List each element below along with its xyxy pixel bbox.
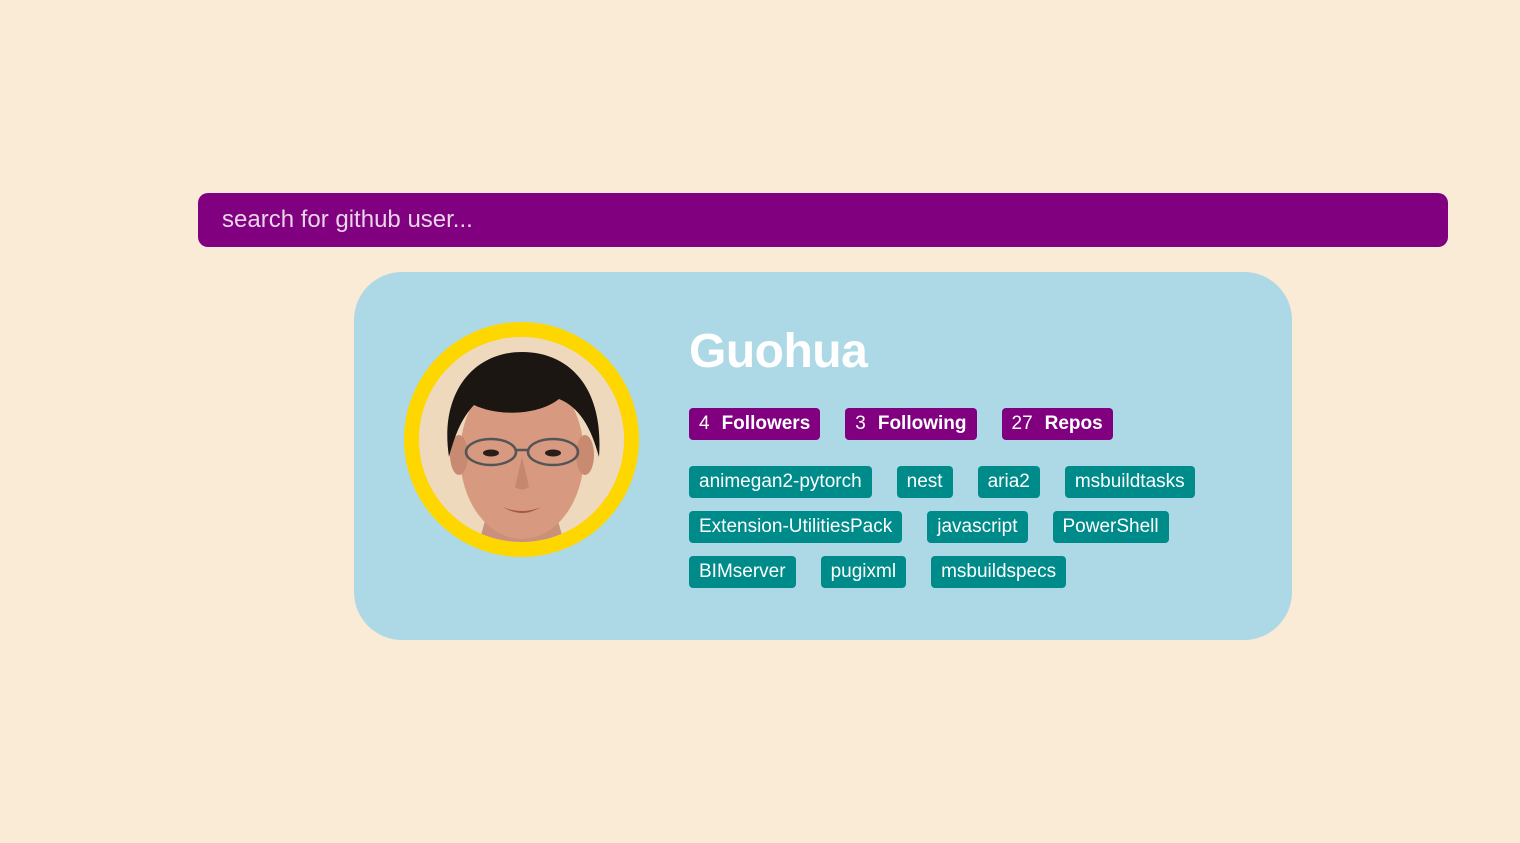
avatar-image	[419, 337, 624, 542]
search-form	[198, 193, 1448, 247]
search-input[interactable]	[198, 193, 1448, 247]
repo-link-aria2[interactable]: aria2	[977, 466, 1040, 498]
repo-link-pugixml[interactable]: pugixml	[820, 556, 907, 588]
repos-badge: 27 Repos	[1001, 408, 1113, 440]
followers-badge: 4 Followers	[689, 408, 821, 440]
repo-link-extension-utilitiespack[interactable]: Extension-UtilitiesPack	[689, 511, 903, 543]
avatar-ring	[404, 322, 639, 557]
following-count: 3	[855, 413, 866, 434]
repo-link-javascript[interactable]: javascript	[927, 511, 1028, 543]
following-badge: 3 Following	[845, 408, 977, 440]
user-name: Guohua	[689, 325, 868, 378]
page: Guohua 4 Followers 3 Following 27 Repos ani…	[0, 0, 1520, 843]
repo-link-powershell[interactable]: PowerShell	[1052, 511, 1169, 543]
following-label: Following	[877, 413, 967, 434]
stats-list: 4 Followers 3 Following 27 Repos	[689, 408, 1249, 440]
repo-link-msbuildtasks[interactable]: msbuildtasks	[1064, 466, 1195, 498]
repo-link-nest[interactable]: nest	[896, 466, 953, 498]
repo-list: animegan2-pytorch nest aria2 msbuildtask…	[689, 466, 1229, 588]
user-card: Guohua 4 Followers 3 Following 27 Repos ani…	[354, 272, 1292, 640]
avatar	[419, 337, 624, 542]
repos-count: 27	[1011, 413, 1033, 434]
user-info: Guohua 4 Followers 3 Following 27 Repos ani…	[689, 324, 1249, 588]
repo-link-msbuildspecs[interactable]: msbuildspecs	[931, 556, 1067, 588]
repo-link-animegan2-pytorch[interactable]: animegan2-pytorch	[689, 466, 872, 498]
followers-count: 4	[699, 413, 710, 434]
repos-label: Repos	[1044, 413, 1103, 434]
repo-link-bimserver[interactable]: BIMserver	[689, 556, 796, 588]
followers-label: Followers	[721, 413, 811, 434]
